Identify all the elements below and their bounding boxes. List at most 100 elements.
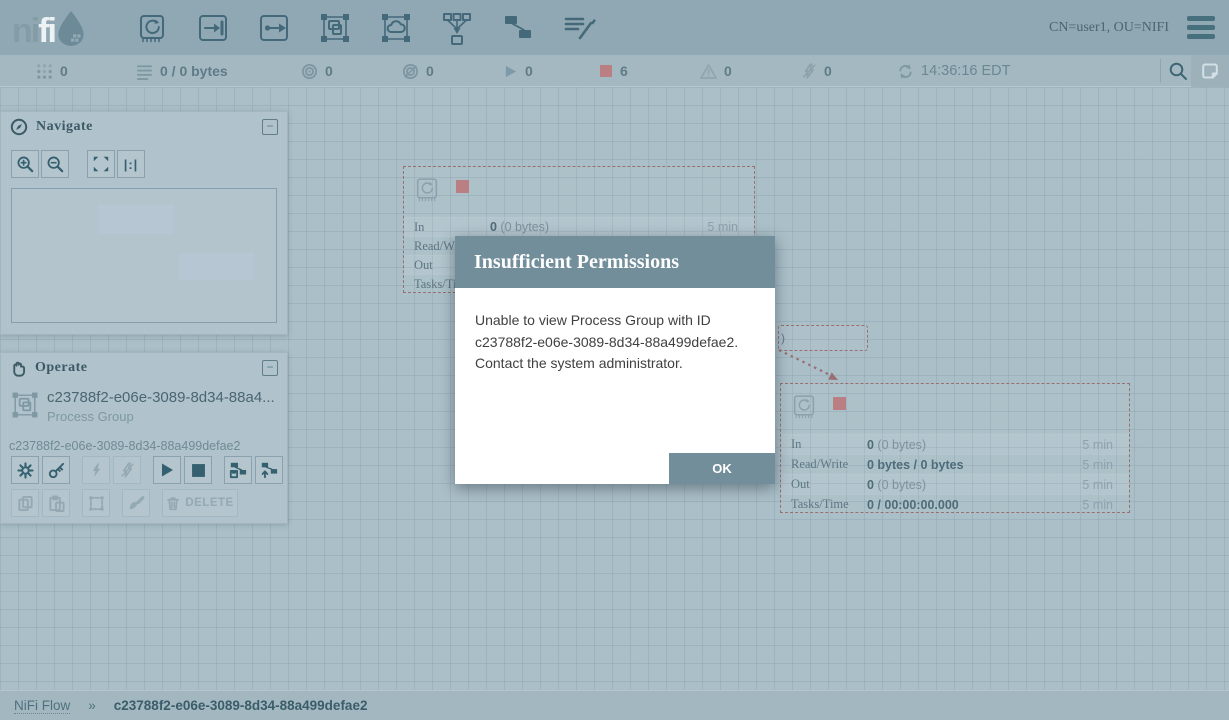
minimap-group-1	[98, 205, 174, 234]
warning-triangle-icon	[700, 63, 717, 80]
fill-color-button[interactable]	[122, 489, 150, 517]
running-count: 0	[525, 63, 533, 79]
stopped-status: 6	[599, 55, 628, 87]
group-selection-icon	[88, 495, 105, 512]
running-status: 0	[503, 55, 533, 87]
input-port-icon[interactable]	[195, 10, 231, 46]
dialog-message: Unable to view Process Group with ID c23…	[455, 288, 775, 375]
breadcrumb-root-link[interactable]: NiFi Flow	[14, 698, 70, 714]
ok-button[interactable]: OK	[669, 453, 775, 484]
stat-value: 0 bytes / 0 bytes	[867, 458, 1073, 472]
configuration-button[interactable]	[11, 456, 39, 484]
upload-template-icon	[260, 461, 278, 479]
disable-button[interactable]	[113, 456, 141, 484]
process-group-icon	[9, 389, 41, 421]
stop-button[interactable]	[184, 456, 212, 484]
refresh-status: 14:36:16 EDT	[897, 55, 1010, 87]
active-threads-status: 0	[36, 55, 68, 87]
process-group-ghost-2[interactable]: In 0 (0 bytes) 5 min Read/Write 0 bytes …	[780, 383, 1130, 513]
paste-button[interactable]	[42, 489, 70, 517]
zoom-actual-button[interactable]: |:|	[117, 150, 145, 178]
connection-label[interactable]: )	[778, 325, 868, 351]
process-group-icon[interactable]	[317, 10, 353, 46]
funnel-icon[interactable]	[439, 10, 475, 46]
trash-icon	[166, 496, 180, 511]
insufficient-permissions-dialog: Insufficient Permissions Unable to view …	[455, 236, 775, 484]
queued-status: 0 / 0 bytes	[136, 55, 228, 87]
stat-label: In	[781, 437, 867, 452]
bolt-slash-icon	[120, 462, 135, 478]
group-button[interactable]	[82, 489, 110, 517]
stat-row-tasks: Tasks/Time 0 / 00:00:00.000 5 min	[781, 494, 1129, 514]
selection-name: c23788f2-e06e-3089-8d34-88a4...	[47, 389, 279, 406]
queued-list-icon	[136, 63, 153, 80]
invalid-count: 0	[724, 63, 732, 79]
collapse-operate-button[interactable]: −	[262, 360, 278, 376]
invalid-status: 0	[700, 55, 732, 87]
note-icon	[1201, 62, 1219, 80]
stat-label: In	[404, 220, 490, 235]
template-icon[interactable]	[500, 10, 536, 46]
remote-process-group-icon[interactable]	[378, 10, 414, 46]
stopped-indicator	[456, 180, 469, 193]
search-icon[interactable]	[1168, 61, 1188, 81]
hand-icon	[10, 360, 27, 377]
global-menu-icon[interactable]	[1187, 16, 1215, 43]
running-icon	[503, 64, 518, 79]
queued-count: 0 / 0 bytes	[160, 63, 228, 79]
selection-id: c23788f2-e06e-3089-8d34-88a499defae2	[9, 439, 240, 453]
create-template-button[interactable]	[224, 456, 252, 484]
stat-row-out: Out 0 (0 bytes) 5 min	[781, 474, 1129, 494]
stat-value: 0 / 00:00:00.000	[867, 498, 1073, 512]
paste-icon	[48, 495, 65, 512]
label-icon[interactable]	[561, 10, 597, 46]
processor-icon[interactable]	[134, 10, 170, 46]
start-button[interactable]	[153, 456, 181, 484]
navigate-panel: Navigate − |:|	[0, 111, 288, 335]
delete-label: DELETE	[185, 497, 233, 509]
output-port-icon[interactable]	[256, 10, 292, 46]
dialog-title: Insufficient Permissions	[455, 236, 775, 288]
delete-button[interactable]: DELETE	[162, 489, 238, 517]
transmitting-count: 0	[325, 63, 333, 79]
logo-text-fi: fi	[38, 16, 55, 47]
breadcrumb: NiFi Flow » c23788f2-e06e-3089-8d34-88a4…	[0, 690, 1229, 720]
not-transmitting-count: 0	[426, 63, 434, 79]
upload-template-button[interactable]	[255, 456, 283, 484]
stat-label: Out	[781, 477, 867, 492]
stat-window: 5 min	[1073, 438, 1129, 452]
refresh-icon[interactable]	[897, 63, 914, 80]
collapse-navigate-button[interactable]: −	[262, 119, 278, 135]
bulletin-tile[interactable]	[1191, 55, 1229, 87]
stat-row-read-write: Read/Write 0 bytes / 0 bytes 5 min	[781, 454, 1129, 474]
not-transmitting-icon	[402, 63, 419, 80]
processor-icon	[413, 175, 441, 205]
enable-button[interactable]	[82, 456, 110, 484]
access-policies-button[interactable]	[42, 456, 70, 484]
zoom-out-button[interactable]	[41, 150, 69, 178]
transmitting-status: 0	[301, 55, 333, 87]
disabled-bolt-icon	[801, 63, 817, 79]
brush-icon	[128, 495, 145, 512]
last-refresh-time: 14:36:16 EDT	[921, 63, 1010, 79]
flow-status-bar: 0 0 / 0 bytes 0 0 0 6 0 0	[0, 55, 1229, 87]
stat-value: 0 (0 bytes)	[867, 478, 1073, 492]
stat-value: 0 (0 bytes)	[490, 220, 698, 234]
zoom-in-button[interactable]	[11, 150, 39, 178]
breadcrumb-current: c23788f2-e06e-3089-8d34-88a499defae2	[114, 698, 368, 713]
zoom-fit-button[interactable]	[87, 150, 115, 178]
processor-icon	[790, 392, 818, 422]
play-icon	[159, 462, 175, 478]
active-threads-count: 0	[60, 63, 68, 79]
stat-window: 5 min	[1073, 478, 1129, 492]
stat-window: 5 min	[1073, 458, 1129, 472]
bolt-icon	[89, 462, 104, 478]
logo-text-ni: ni	[12, 16, 38, 47]
component-toolbar	[134, 10, 597, 46]
copy-button[interactable]	[11, 489, 39, 517]
compass-icon	[10, 118, 28, 136]
birdseye-minimap[interactable]	[11, 188, 277, 323]
stat-row-in: In 0 (0 bytes) 5 min	[781, 434, 1129, 454]
stat-label: Read/Write	[781, 457, 867, 472]
stopped-indicator	[833, 397, 846, 410]
